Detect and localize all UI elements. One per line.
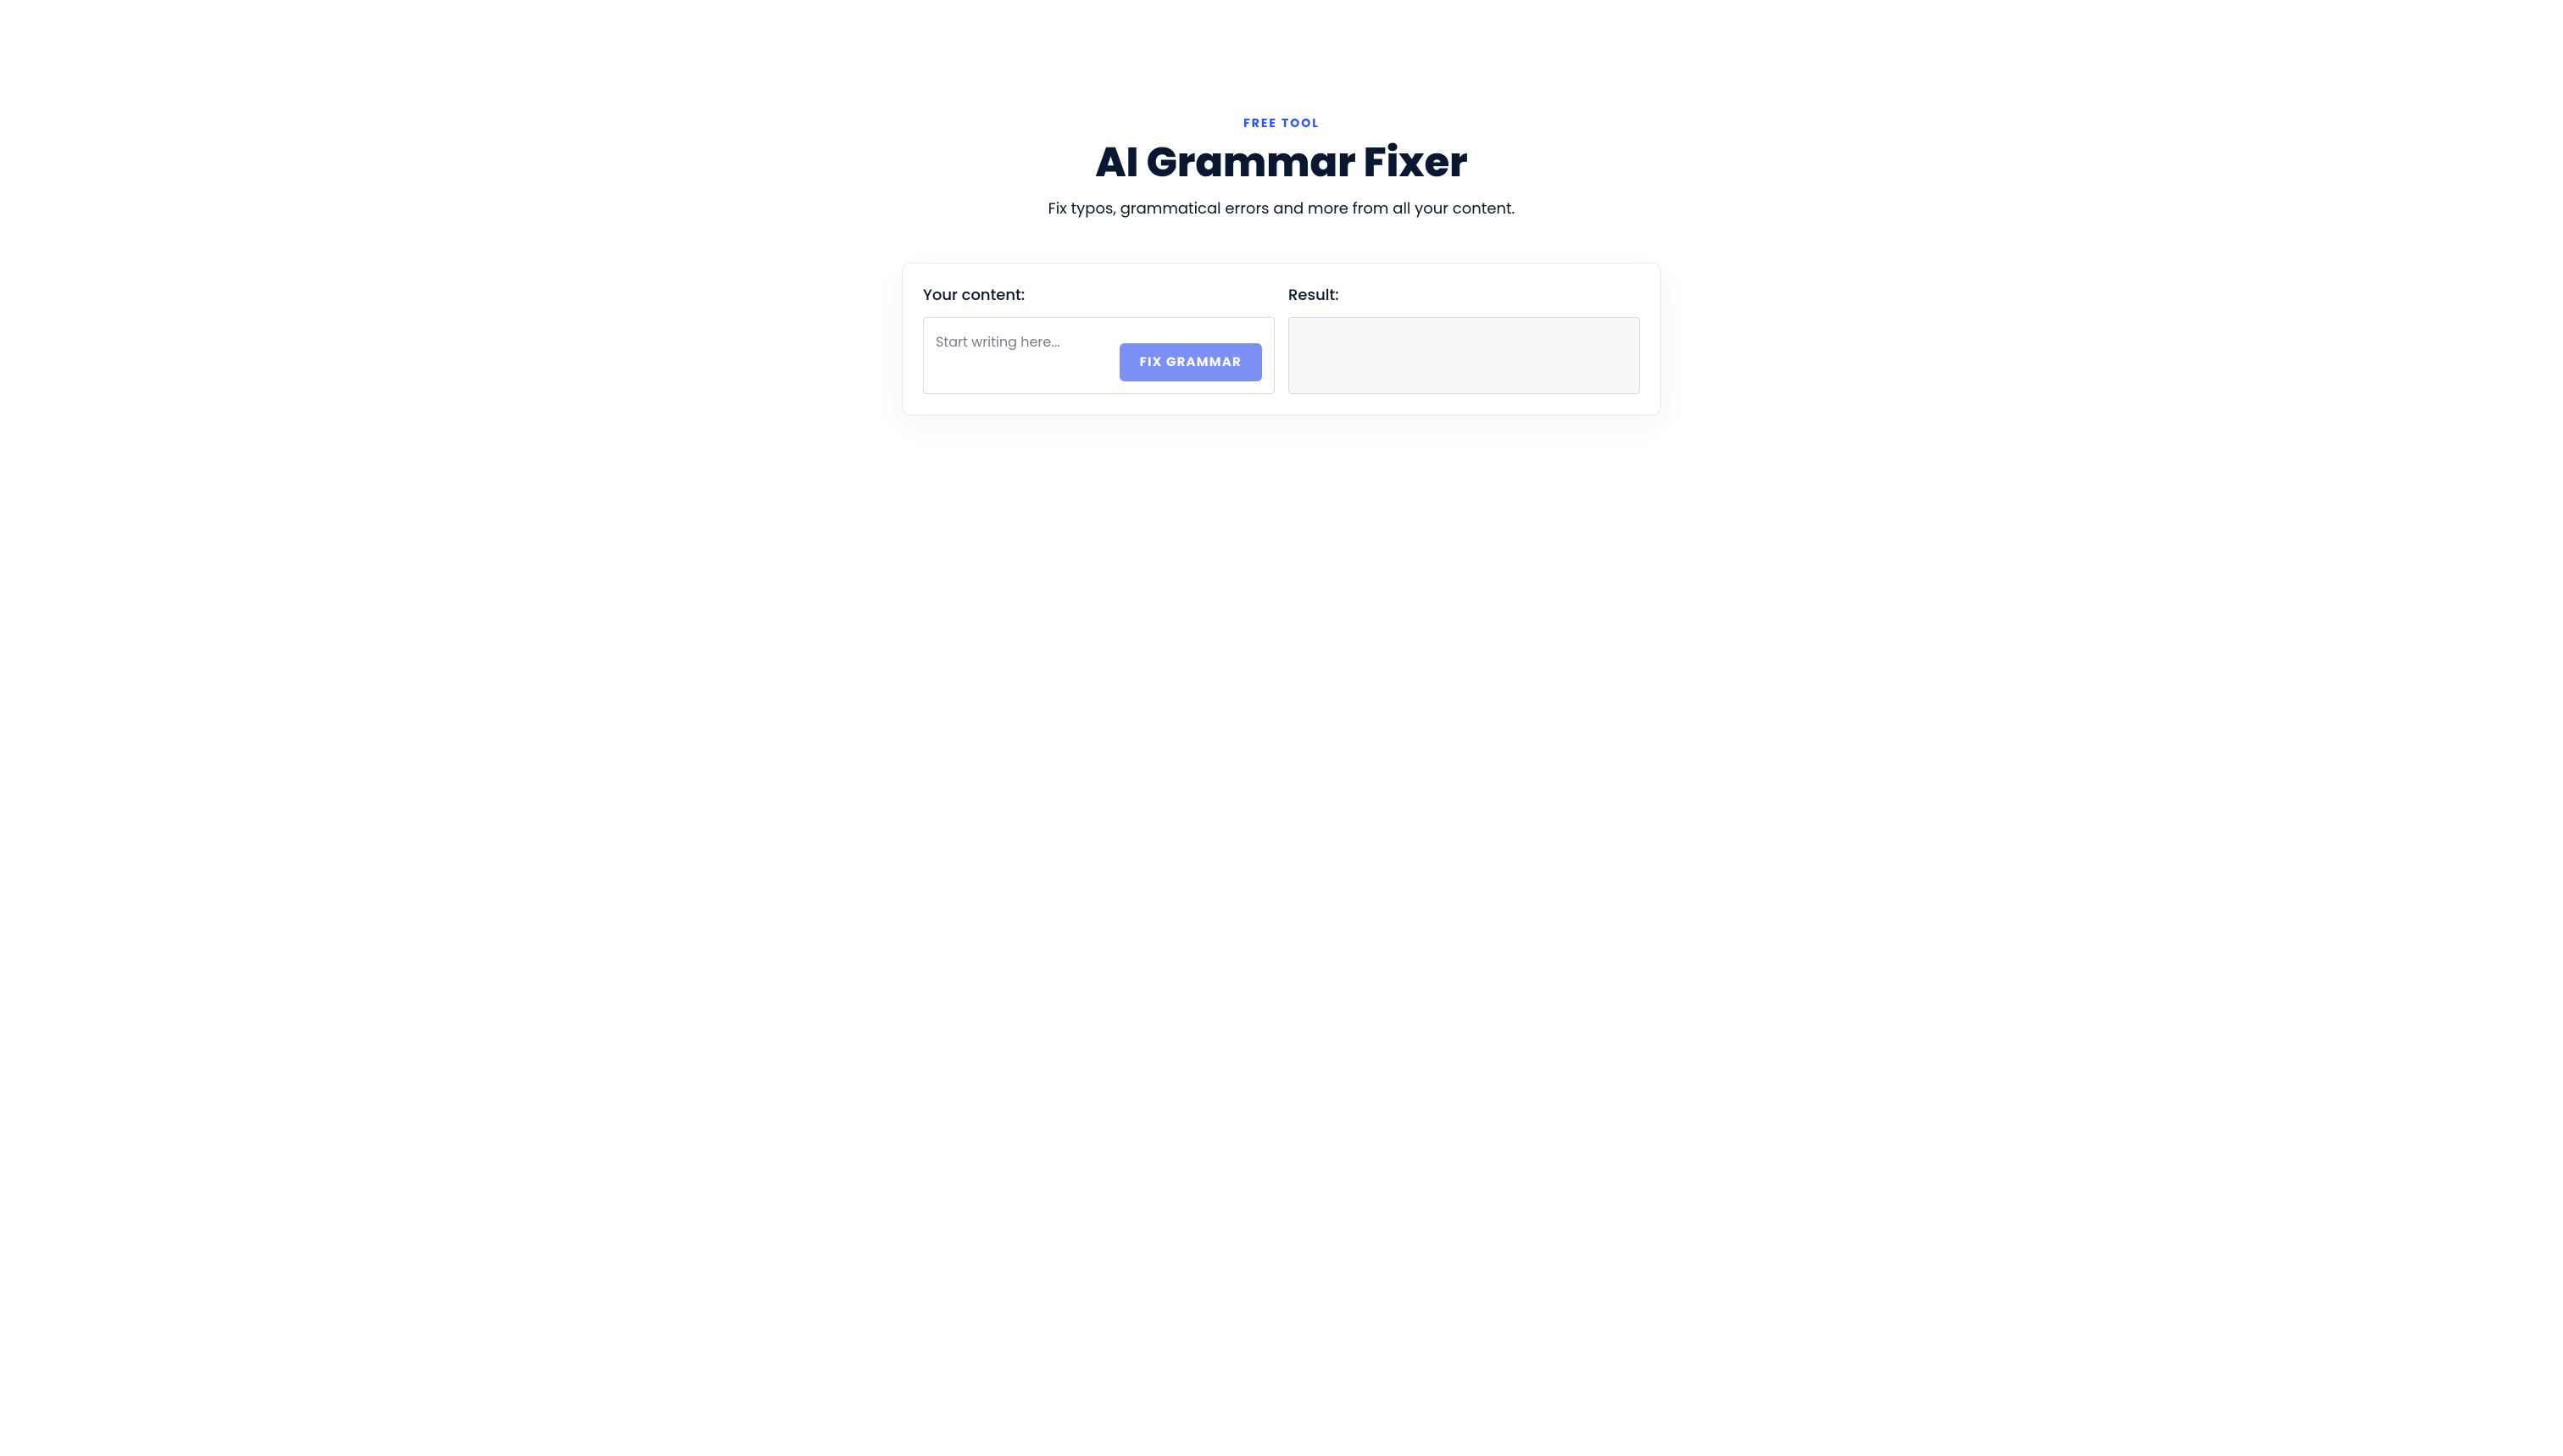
input-panel: Your content: FIX GRAMMAR xyxy=(923,284,1275,394)
input-wrapper: FIX GRAMMAR xyxy=(923,317,1275,394)
page-subtitle: Fix typos, grammatical errors and more f… xyxy=(698,197,1865,220)
result-panel: Result: xyxy=(1288,284,1640,394)
fix-grammar-button[interactable]: FIX GRAMMAR xyxy=(1120,343,1262,381)
result-label: Result: xyxy=(1288,284,1640,307)
tool-card: Your content: FIX GRAMMAR Result: xyxy=(902,263,1661,415)
page-title: AI Grammar Fixer xyxy=(698,141,1865,186)
eyebrow-label: FREE TOOL xyxy=(698,114,1865,132)
page-header: FREE TOOL AI Grammar Fixer Fix typos, gr… xyxy=(698,114,1865,220)
result-output xyxy=(1288,317,1640,394)
input-label: Your content: xyxy=(923,284,1275,307)
